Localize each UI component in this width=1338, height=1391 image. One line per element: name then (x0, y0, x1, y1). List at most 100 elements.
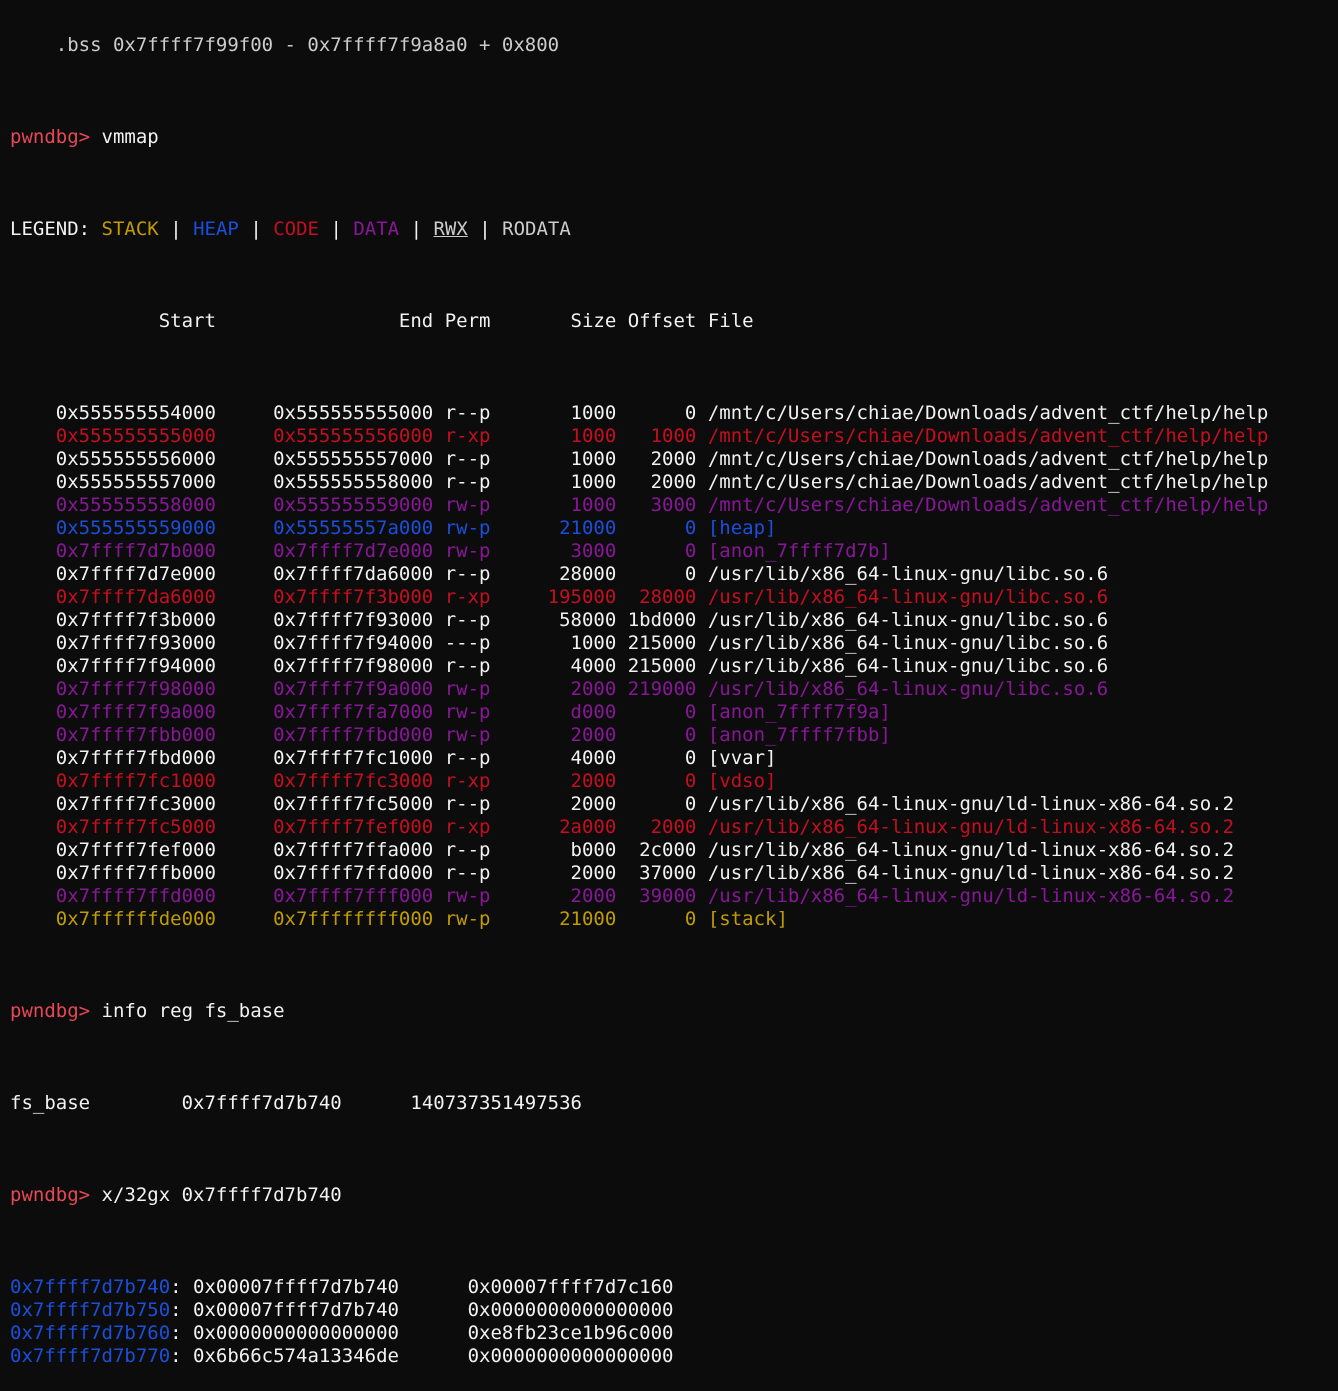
vmmap-file: /usr/lib/x86_64-linux-gnu/ld-linux-x86-6… (696, 885, 1235, 907)
vmmap-row: 0x7ffff7f94000 0x7ffff7f98000 r--p 4000 … (10, 655, 1330, 678)
memory-value: 0x00007ffff7d7b740 (181, 1299, 399, 1321)
vmmap-perm: rw-p (433, 701, 491, 723)
vmmap-end: 0x7ffff7da6000 (215, 563, 434, 585)
vmmap-row: 0x7ffff7d7b000 0x7ffff7d7e000 rw-p 3000 … (10, 540, 1330, 563)
vmmap-end: 0x555555558000 (215, 471, 434, 493)
vmmap-file: /mnt/c/Users/chiae/Downloads/advent_ctf/… (696, 402, 1269, 424)
vmmap-perm: rw-p (433, 724, 491, 746)
vmmap-start: 0x7ffff7f3b000 (10, 609, 216, 631)
command-examine: x/32gx 0x7ffff7d7b740 (101, 1184, 342, 1206)
vmmap-file: /usr/lib/x86_64-linux-gnu/libc.so.6 (696, 609, 1109, 631)
vmmap-row: 0x7ffff7fbd000 0x7ffff7fc1000 r--p 4000 … (10, 747, 1330, 770)
memory-value: 0xe8fb23ce1b96c000 (398, 1322, 674, 1344)
vmmap-end: 0x55555557a000 (215, 517, 434, 539)
memory-address: 0x7ffff7d7b760 (10, 1322, 171, 1344)
vmmap-offset: 0 (616, 724, 697, 746)
vmmap-end: 0x7ffff7fc3000 (215, 770, 434, 792)
vmmap-size: 2000 (490, 724, 617, 746)
vmmap-perm: r--p (433, 402, 491, 424)
vmmap-row: 0x555555558000 0x555555559000 rw-p 1000 … (10, 494, 1330, 517)
vmmap-header: Start End Perm Size Offset File (10, 310, 1330, 333)
memory-colon: : (170, 1345, 182, 1367)
vmmap-end: 0x555555556000 (215, 425, 434, 447)
vmmap-size: 1000 (490, 494, 617, 516)
vmmap-start: 0x555555559000 (10, 517, 216, 539)
vmmap-start: 0x7ffff7d7e000 (10, 563, 216, 585)
vmmap-start: 0x7ffff7fc5000 (10, 816, 216, 838)
vmmap-end: 0x7ffff7fff000 (215, 885, 434, 907)
vmmap-offset: 28000 (616, 586, 697, 608)
vmmap-size: 2000 (490, 793, 617, 815)
vmmap-row: 0x7ffff7fc3000 0x7ffff7fc5000 r--p 2000 … (10, 793, 1330, 816)
memory-address: 0x7ffff7d7b750 (10, 1299, 171, 1321)
vmmap-offset: 39000 (616, 885, 697, 907)
vmmap-size: 21000 (490, 517, 617, 539)
vmmap-header-start: Start (10, 310, 216, 332)
vmmap-file: /mnt/c/Users/chiae/Downloads/advent_ctf/… (696, 494, 1269, 516)
vmmap-perm: rw-p (433, 908, 491, 930)
vmmap-file: /usr/lib/x86_64-linux-gnu/libc.so.6 (696, 563, 1109, 585)
command-info-reg: info reg fs_base (101, 1000, 285, 1022)
vmmap-offset: 0 (616, 770, 697, 792)
legend-data: DATA (353, 218, 400, 240)
terminal-window[interactable]: .bss 0x7ffff7f99f00 - 0x7ffff7f9a8a0 + 0… (10, 0, 1330, 1391)
legend-stack: STACK (101, 218, 159, 240)
vmmap-start: 0x7ffffffde000 (10, 908, 216, 930)
vmmap-size: 1000 (490, 402, 617, 424)
vmmap-offset: 2000 (616, 448, 697, 470)
vmmap-start: 0x7ffff7f9a000 (10, 701, 216, 723)
vmmap-start: 0x7ffff7fbd000 (10, 747, 216, 769)
vmmap-end: 0x7ffff7fc5000 (215, 793, 434, 815)
legend-rwx: RWX (433, 218, 468, 240)
prompt: pwndbg> (10, 126, 91, 148)
memory-address: 0x7ffff7d7b770 (10, 1345, 171, 1367)
vmmap-perm: r--p (433, 471, 491, 493)
vmmap-file: [anon_7ffff7f9a] (696, 701, 891, 723)
legend-heap: HEAP (193, 218, 239, 240)
vmmap-offset: 0 (616, 402, 697, 424)
vmmap-row: 0x7ffff7f9a000 0x7ffff7fa7000 rw-p d000 … (10, 701, 1330, 724)
command-vmmap: vmmap (101, 126, 159, 148)
vmmap-start: 0x555555554000 (10, 402, 216, 424)
vmmap-end: 0x7ffff7f93000 (215, 609, 434, 631)
vmmap-size: 1000 (490, 471, 617, 493)
vmmap-end: 0x555555555000 (215, 402, 434, 424)
vmmap-header-perm: Perm (433, 310, 491, 332)
vmmap-start: 0x7ffff7ffb000 (10, 862, 216, 884)
vmmap-offset: 0 (616, 540, 697, 562)
vmmap-row: 0x555555554000 0x555555555000 r--p 1000 … (10, 402, 1330, 425)
vmmap-perm: rw-p (433, 540, 491, 562)
vmmap-row: 0x7ffff7fbb000 0x7ffff7fbd000 rw-p 2000 … (10, 724, 1330, 747)
vmmap-start: 0x555555555000 (10, 425, 216, 447)
vmmap-end: 0x7ffff7f98000 (215, 655, 434, 677)
vmmap-row: 0x7ffff7f3b000 0x7ffff7f93000 r--p 58000… (10, 609, 1330, 632)
memory-value: 0x6b66c574a13346de (181, 1345, 399, 1367)
vmmap-end: 0x7ffff7f3b000 (215, 586, 434, 608)
vmmap-header-end: End (215, 310, 434, 332)
legend-sep: | (410, 218, 423, 240)
vmmap-perm: rw-p (433, 494, 491, 516)
vmmap-file: [vvar] (696, 747, 777, 769)
memory-value: 0x0000000000000000 (398, 1299, 674, 1321)
vmmap-size: 1000 (490, 632, 617, 654)
vmmap-row: 0x7ffff7fef000 0x7ffff7ffa000 r--p b000 … (10, 839, 1330, 862)
vmmap-file: /usr/lib/x86_64-linux-gnu/ld-linux-x86-6… (696, 816, 1235, 838)
memory-row: 0x7ffff7d7b760: 0x0000000000000000 0xe8f… (10, 1322, 1330, 1345)
legend-line: LEGEND: STACK | HEAP | CODE | DATA | RWX… (10, 218, 1330, 241)
vmmap-offset: 3000 (616, 494, 697, 516)
vmmap-size: 58000 (490, 609, 617, 631)
vmmap-row: 0x7ffff7fc1000 0x7ffff7fc3000 r-xp 2000 … (10, 770, 1330, 793)
vmmap-perm: rw-p (433, 885, 491, 907)
memory-colon: : (170, 1322, 182, 1344)
vmmap-offset: 1bd000 (616, 609, 697, 631)
vmmap-row: 0x7ffff7f93000 0x7ffff7f94000 ---p 1000 … (10, 632, 1330, 655)
vmmap-row: 0x7ffff7fc5000 0x7ffff7fef000 r-xp 2a000… (10, 816, 1330, 839)
vmmap-offset: 0 (616, 701, 697, 723)
vmmap-offset: 0 (616, 793, 697, 815)
vmmap-size: 1000 (490, 425, 617, 447)
vmmap-start: 0x7ffff7ffd000 (10, 885, 216, 907)
vmmap-end: 0x555555559000 (215, 494, 434, 516)
vmmap-offset: 0 (616, 563, 697, 585)
vmmap-row: 0x7ffff7f98000 0x7ffff7f9a000 rw-p 2000 … (10, 678, 1330, 701)
vmmap-header-offset: Offset (616, 310, 697, 332)
